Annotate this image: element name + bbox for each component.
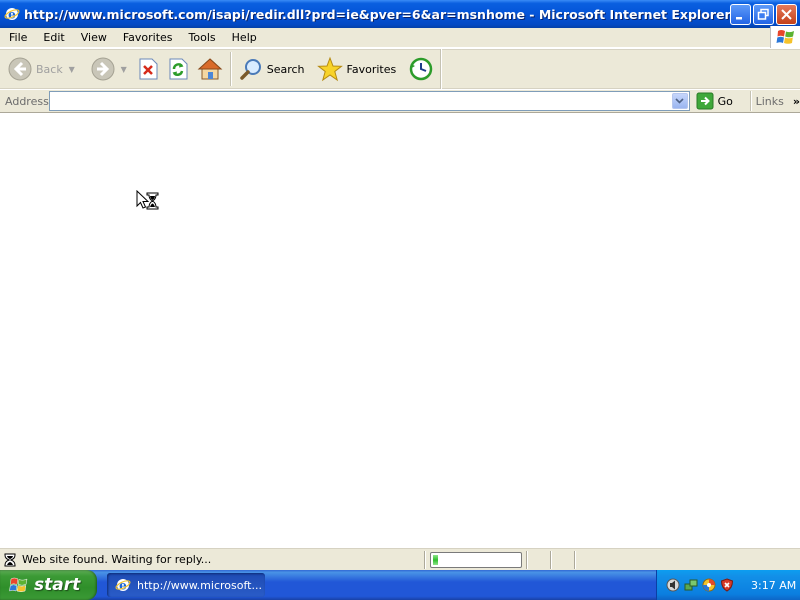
restore-button[interactable] [753, 3, 774, 25]
shield-alert-icon[interactable] [719, 577, 735, 593]
status-cell [528, 551, 550, 569]
back-dropdown-icon[interactable]: ▼ [67, 65, 77, 74]
page-content[interactable] [0, 112, 800, 548]
menu-view[interactable]: View [72, 28, 114, 48]
go-label: Go [717, 94, 733, 108]
refresh-icon [169, 58, 188, 80]
status-text: Web site found. Waiting for reply... [22, 553, 212, 566]
menu-file[interactable]: File [0, 28, 34, 48]
start-button[interactable]: start [0, 570, 97, 600]
stop-icon [139, 58, 158, 80]
address-bar: Address Go Links » [0, 90, 800, 112]
status-bar: Web site found. Waiting for reply... [0, 548, 800, 570]
busy-cursor-icon [136, 190, 159, 210]
nav-group: Back ▼ ▼ [4, 50, 227, 88]
favorites-label: Favorites [346, 62, 397, 76]
back-arrow-icon [8, 57, 32, 81]
links-button[interactable]: Links [756, 95, 784, 108]
minimize-button[interactable] [730, 3, 751, 25]
system-tray: 3:17 AM [656, 570, 800, 600]
refresh-button[interactable] [163, 52, 193, 86]
status-cell [552, 551, 574, 569]
menu-help[interactable]: Help [223, 28, 264, 48]
forward-button[interactable] [87, 52, 119, 86]
menu-edit[interactable]: Edit [34, 28, 71, 48]
search-label: Search [266, 62, 305, 76]
restore-icon [757, 8, 769, 20]
home-button[interactable] [193, 52, 227, 86]
progress-bar [430, 551, 522, 568]
toolbar-separator [229, 52, 232, 86]
favorites-star-icon [316, 56, 343, 82]
address-label: Address [5, 94, 49, 108]
taskbar-clock[interactable]: 3:17 AM [751, 579, 796, 592]
links-separator [749, 91, 752, 111]
links-more-icon[interactable]: » [793, 95, 800, 108]
hourglass-icon [4, 553, 16, 567]
history-button[interactable] [404, 52, 438, 86]
chevron-down-icon [675, 98, 684, 104]
status-zone-cell [576, 551, 800, 569]
back-button[interactable]: Back [4, 52, 67, 86]
windows-logo-icon [770, 25, 800, 48]
address-input[interactable] [48, 91, 690, 111]
stop-button[interactable] [133, 52, 163, 86]
title-bar[interactable]: e http://www.microsoft.com/isapi/redir.d… [0, 0, 800, 28]
favorites-button[interactable]: Favorites [313, 52, 401, 86]
status-separator [424, 550, 426, 569]
address-dropdown-button[interactable] [671, 93, 688, 109]
home-icon [197, 58, 223, 80]
security-center-icon[interactable] [701, 577, 717, 593]
toolbar: Back ▼ ▼ Search Favorites [0, 49, 800, 89]
go-arrow-icon [696, 92, 714, 110]
progress-fill [433, 554, 439, 565]
go-button[interactable]: Go [696, 92, 746, 110]
search-icon [239, 59, 261, 80]
close-icon [781, 8, 792, 20]
taskbar-item-label: http://www.microsoft... [137, 578, 262, 592]
volume-icon[interactable] [665, 577, 681, 593]
toolbar-end-separator [440, 49, 443, 89]
menu-favorites[interactable]: Favorites [114, 28, 180, 48]
menu-tools[interactable]: Tools [180, 28, 223, 48]
window-title: http://www.microsoft.com/isapi/redir.dll… [24, 6, 730, 22]
search-button[interactable]: Search [235, 52, 309, 86]
network-icon[interactable] [683, 577, 699, 593]
history-icon [409, 57, 433, 81]
ie-icon: e [115, 579, 131, 593]
minimize-icon [736, 16, 742, 19]
forward-arrow-icon [91, 57, 115, 81]
tools-group: Search Favorites [235, 50, 439, 88]
ie-icon[interactable]: e [4, 6, 20, 22]
menu-bar: File Edit View Favorites Tools Help [0, 25, 800, 48]
windows-flag-icon [9, 577, 28, 592]
close-button[interactable] [776, 3, 797, 25]
taskbar: start e http://www.microsoft... 3:17 AM [0, 570, 800, 600]
back-label: Back [36, 62, 63, 76]
forward-dropdown-icon[interactable]: ▼ [119, 65, 129, 74]
taskbar-item-ie[interactable]: e http://www.microsoft... [107, 573, 265, 597]
start-label: start [34, 575, 81, 595]
